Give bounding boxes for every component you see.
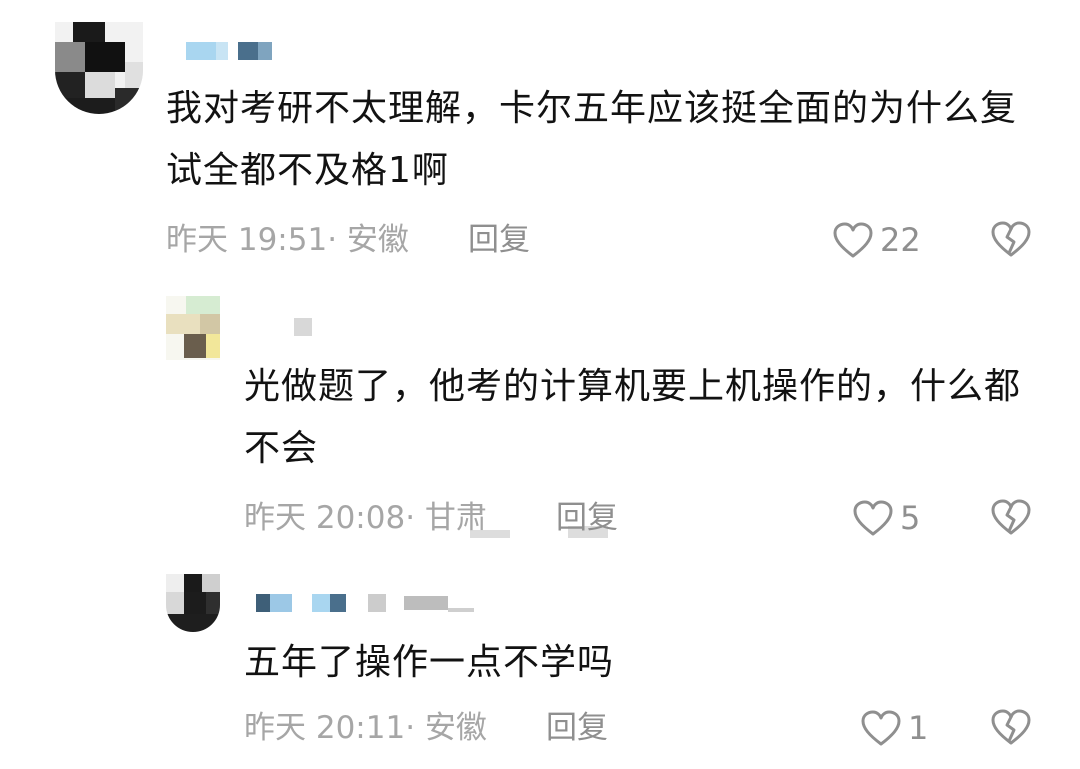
username-obscured[interactable] [294, 318, 334, 336]
dislike-button[interactable] [990, 708, 1032, 746]
dislike-button[interactable] [990, 498, 1032, 536]
comment-text: 五年了操作一点不学吗 [244, 642, 615, 683]
meta-separator: · [327, 222, 338, 258]
heart-outline-icon [853, 500, 893, 536]
dislike-button[interactable] [990, 220, 1032, 258]
comment-text: 我对考研不太理解，卡尔五年应该挺全面的为什么复试全都不及格1啊 [166, 88, 1018, 191]
like-count: 22 [880, 221, 921, 259]
comment-1: 我对考研不太理解，卡尔五年应该挺全面的为什么复试全都不及格1啊 昨天 19:51… [0, 0, 1080, 270]
reply-button[interactable]: 回复 [546, 708, 608, 748]
username-obscured[interactable] [186, 42, 286, 60]
comment-meta: 昨天 19:51· 安徽 [166, 220, 409, 260]
comment-meta: 昨天 20:11· 安徽 [244, 708, 487, 748]
heart-outline-icon [833, 222, 873, 258]
broken-heart-icon [991, 499, 1031, 535]
comment-time: 昨天 19:51 [166, 222, 328, 258]
meta-separator: · [405, 710, 416, 746]
comment-time: 昨天 20:08 [244, 500, 406, 536]
like-button[interactable]: 1 [860, 708, 928, 748]
comment-meta: 昨天 20:08· 甘肃 [244, 498, 487, 538]
obscured-smudge [470, 530, 510, 538]
comment-location: 安徽 [346, 222, 409, 258]
broken-heart-icon [991, 709, 1031, 745]
comment-2: 光做题了，他考的计算机要上机操作的，什么都不会 昨天 20:08· 甘肃 回复 … [0, 290, 1080, 550]
heart-outline-icon [861, 710, 901, 746]
username-obscured[interactable] [256, 594, 486, 612]
broken-heart-icon [991, 221, 1031, 257]
comment-time: 昨天 20:11 [244, 710, 406, 746]
avatar[interactable] [55, 22, 143, 114]
reply-button[interactable]: 回复 [556, 498, 618, 538]
comment-location: 安徽 [424, 710, 487, 746]
meta-separator: · [405, 500, 416, 536]
like-count: 1 [908, 709, 929, 747]
like-button[interactable]: 5 [852, 498, 920, 538]
like-button[interactable]: 22 [832, 220, 921, 260]
reply-button[interactable]: 回复 [468, 220, 530, 260]
avatar[interactable] [166, 574, 220, 632]
comment-3: 五年了操作一点不学吗 昨天 20:11· 安徽 回复 1 [0, 560, 1080, 769]
comment-text: 光做题了，他考的计算机要上机操作的，什么都不会 [244, 366, 1022, 469]
like-count: 5 [900, 499, 921, 537]
avatar[interactable] [166, 296, 220, 360]
